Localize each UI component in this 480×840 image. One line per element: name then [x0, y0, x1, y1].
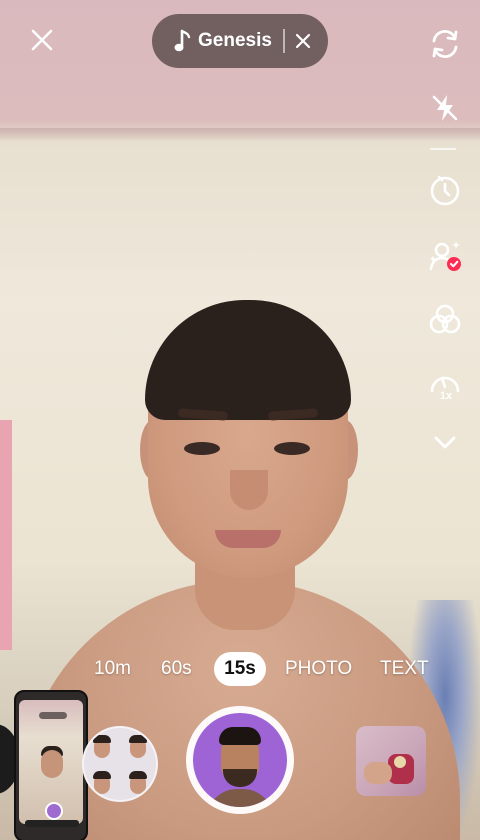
toolbar-divider: [430, 148, 456, 150]
camera-background: [0, 128, 480, 142]
flash-off-icon: [432, 95, 458, 121]
flip-camera-button[interactable]: [425, 24, 465, 64]
background-object: [0, 420, 12, 650]
filters-icon: [429, 304, 461, 334]
close-icon: [31, 29, 53, 51]
filters-button[interactable]: [425, 300, 465, 340]
chevron-down-icon: [434, 436, 456, 449]
capture-mode-selector: 10m 60s 15s PHOTO TEXT: [0, 652, 480, 686]
divider: [283, 29, 285, 53]
flash-button[interactable]: [425, 88, 465, 128]
speed-label: 1x: [439, 390, 453, 402]
music-note-icon: [174, 29, 191, 52]
retouch-icon: [429, 241, 461, 271]
mode-text[interactable]: TEXT: [380, 652, 429, 686]
timer-icon: [430, 175, 460, 206]
retouch-button[interactable]: [425, 236, 465, 276]
retouch-badge: [447, 257, 461, 271]
mode-10m[interactable]: 10m: [94, 652, 131, 686]
add-sound-pill[interactable]: Genesis: [152, 14, 328, 68]
recent-video-thumbnail[interactable]: [14, 690, 88, 840]
camera-screen: Genesis 1x 10m 60s 15s PHOTO TEXT: [0, 0, 480, 840]
record-button[interactable]: [186, 706, 294, 814]
mode-15s[interactable]: 15s: [214, 652, 266, 686]
mode-photo[interactable]: PHOTO: [285, 652, 352, 686]
more-tools-button[interactable]: [425, 422, 465, 462]
flip-camera-icon: [432, 29, 458, 59]
remove-sound-icon[interactable]: [294, 32, 312, 50]
record-effect-preview: [193, 713, 287, 807]
mode-60s[interactable]: 60s: [161, 652, 192, 686]
sound-title: Genesis: [198, 30, 272, 51]
close-button[interactable]: [28, 26, 56, 54]
timer-button[interactable]: [425, 170, 465, 210]
upload-button[interactable]: [356, 726, 426, 796]
effects-button[interactable]: [82, 726, 158, 802]
